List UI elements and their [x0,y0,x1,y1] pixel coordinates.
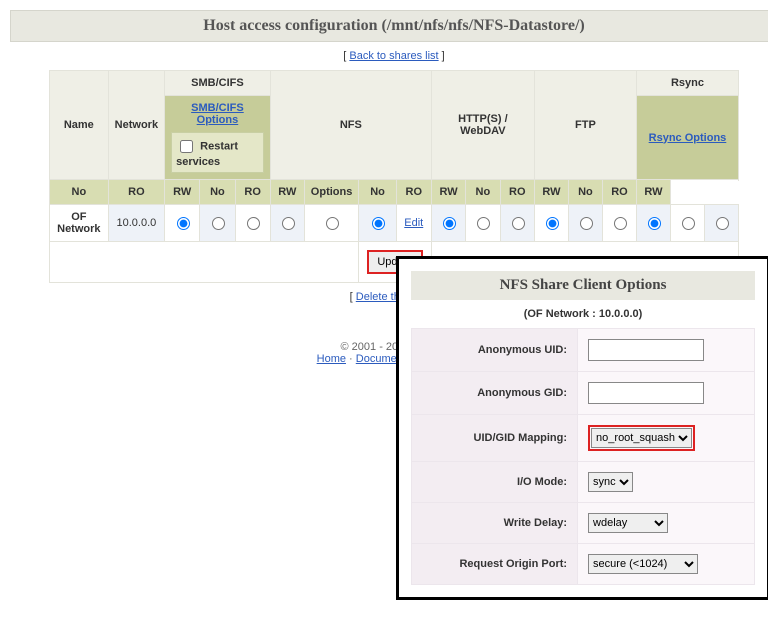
radio-rsync-rw[interactable] [716,217,729,230]
col-rsync: Rsync [636,71,738,96]
http-rw: RW [431,180,465,205]
smb-ro: RO [108,180,164,205]
rsync-options-link[interactable]: Rsync Options [649,132,727,144]
access-table: Name Network SMB/CIFS NFS HTTP(S) / WebD… [49,70,739,283]
col-ftp: FTP [534,71,636,180]
row-name: OF Network [50,205,109,242]
rsync-no: No [568,180,602,205]
radio-nfs-no[interactable] [282,217,295,230]
select-io-mode[interactable]: sync [588,472,633,492]
label-anon-uid: Anonymous UID: [412,329,578,372]
nfs-ro: RO [235,180,270,205]
label-write-delay: Write Delay: [412,503,578,544]
ftp-ro: RO [500,180,534,205]
radio-ftp-rw[interactable] [614,217,627,230]
row-network: 10.0.0.0 [108,205,164,242]
smb-no: No [50,180,109,205]
panel-subtitle: (OF Network : 10.0.0.0) [411,300,755,328]
input-anon-gid[interactable] [588,382,704,404]
radio-nfs-ro[interactable] [326,217,339,230]
http-ro: RO [396,180,431,205]
restart-checkbox[interactable] [180,140,193,153]
label-mapping: UID/GID Mapping: [412,415,578,462]
panel-title: NFS Share Client Options [417,277,749,294]
radio-ftp-ro[interactable] [580,217,593,230]
ftp-rw: RW [534,180,568,205]
col-smb: SMB/CIFS [165,71,271,96]
select-mapping[interactable]: no_root_squash [591,428,692,448]
radio-smb-no[interactable] [177,217,190,230]
nfs-no: No [200,180,235,205]
radio-nfs-rw[interactable] [372,217,385,230]
smb-options-link[interactable]: SMB/CIFS Options [191,102,244,126]
select-write-delay[interactable]: wdelay [588,513,668,533]
page-title: Host access configuration (/mnt/nfs/nfs/… [17,17,768,35]
label-req-port: Request Origin Port: [412,544,578,585]
col-name: Name [50,71,109,180]
radio-smb-rw[interactable] [247,217,260,230]
smb-options-cell: SMB/CIFS Options Restart services [165,96,271,180]
radio-ftp-no[interactable] [546,217,559,230]
rsync-options-cell: Rsync Options [636,96,738,180]
radio-http-no[interactable] [443,217,456,230]
page-title-bar: Host access configuration (/mnt/nfs/nfs/… [10,10,768,42]
home-link[interactable]: Home [317,353,346,365]
radio-rsync-no[interactable] [648,217,661,230]
input-anon-uid[interactable] [588,339,704,361]
nfs-options: Options [304,180,359,205]
nfs-edit-link[interactable]: Edit [404,217,423,229]
label-io-mode: I/O Mode: [412,462,578,503]
label-anon-gid: Anonymous GID: [412,372,578,415]
back-link-row: [ Back to shares list ] [10,42,768,70]
radio-rsync-ro[interactable] [682,217,695,230]
select-req-port[interactable]: secure (<1024) [588,554,698,574]
back-link[interactable]: Back to shares list [349,50,438,62]
nfs-options-panel: NFS Share Client Options (OF Network : 1… [396,256,768,600]
rsync-rw: RW [636,180,670,205]
http-no: No [359,180,396,205]
nfs-rw: RW [270,180,304,205]
radio-smb-ro[interactable] [212,217,225,230]
rsync-ro: RO [602,180,636,205]
col-http: HTTP(S) / WebDAV [431,71,534,180]
smb-rw: RW [165,180,200,205]
col-nfs: NFS [270,71,431,180]
radio-http-ro[interactable] [477,217,490,230]
radio-http-rw[interactable] [512,217,525,230]
col-network: Network [108,71,164,180]
ftp-no: No [466,180,500,205]
